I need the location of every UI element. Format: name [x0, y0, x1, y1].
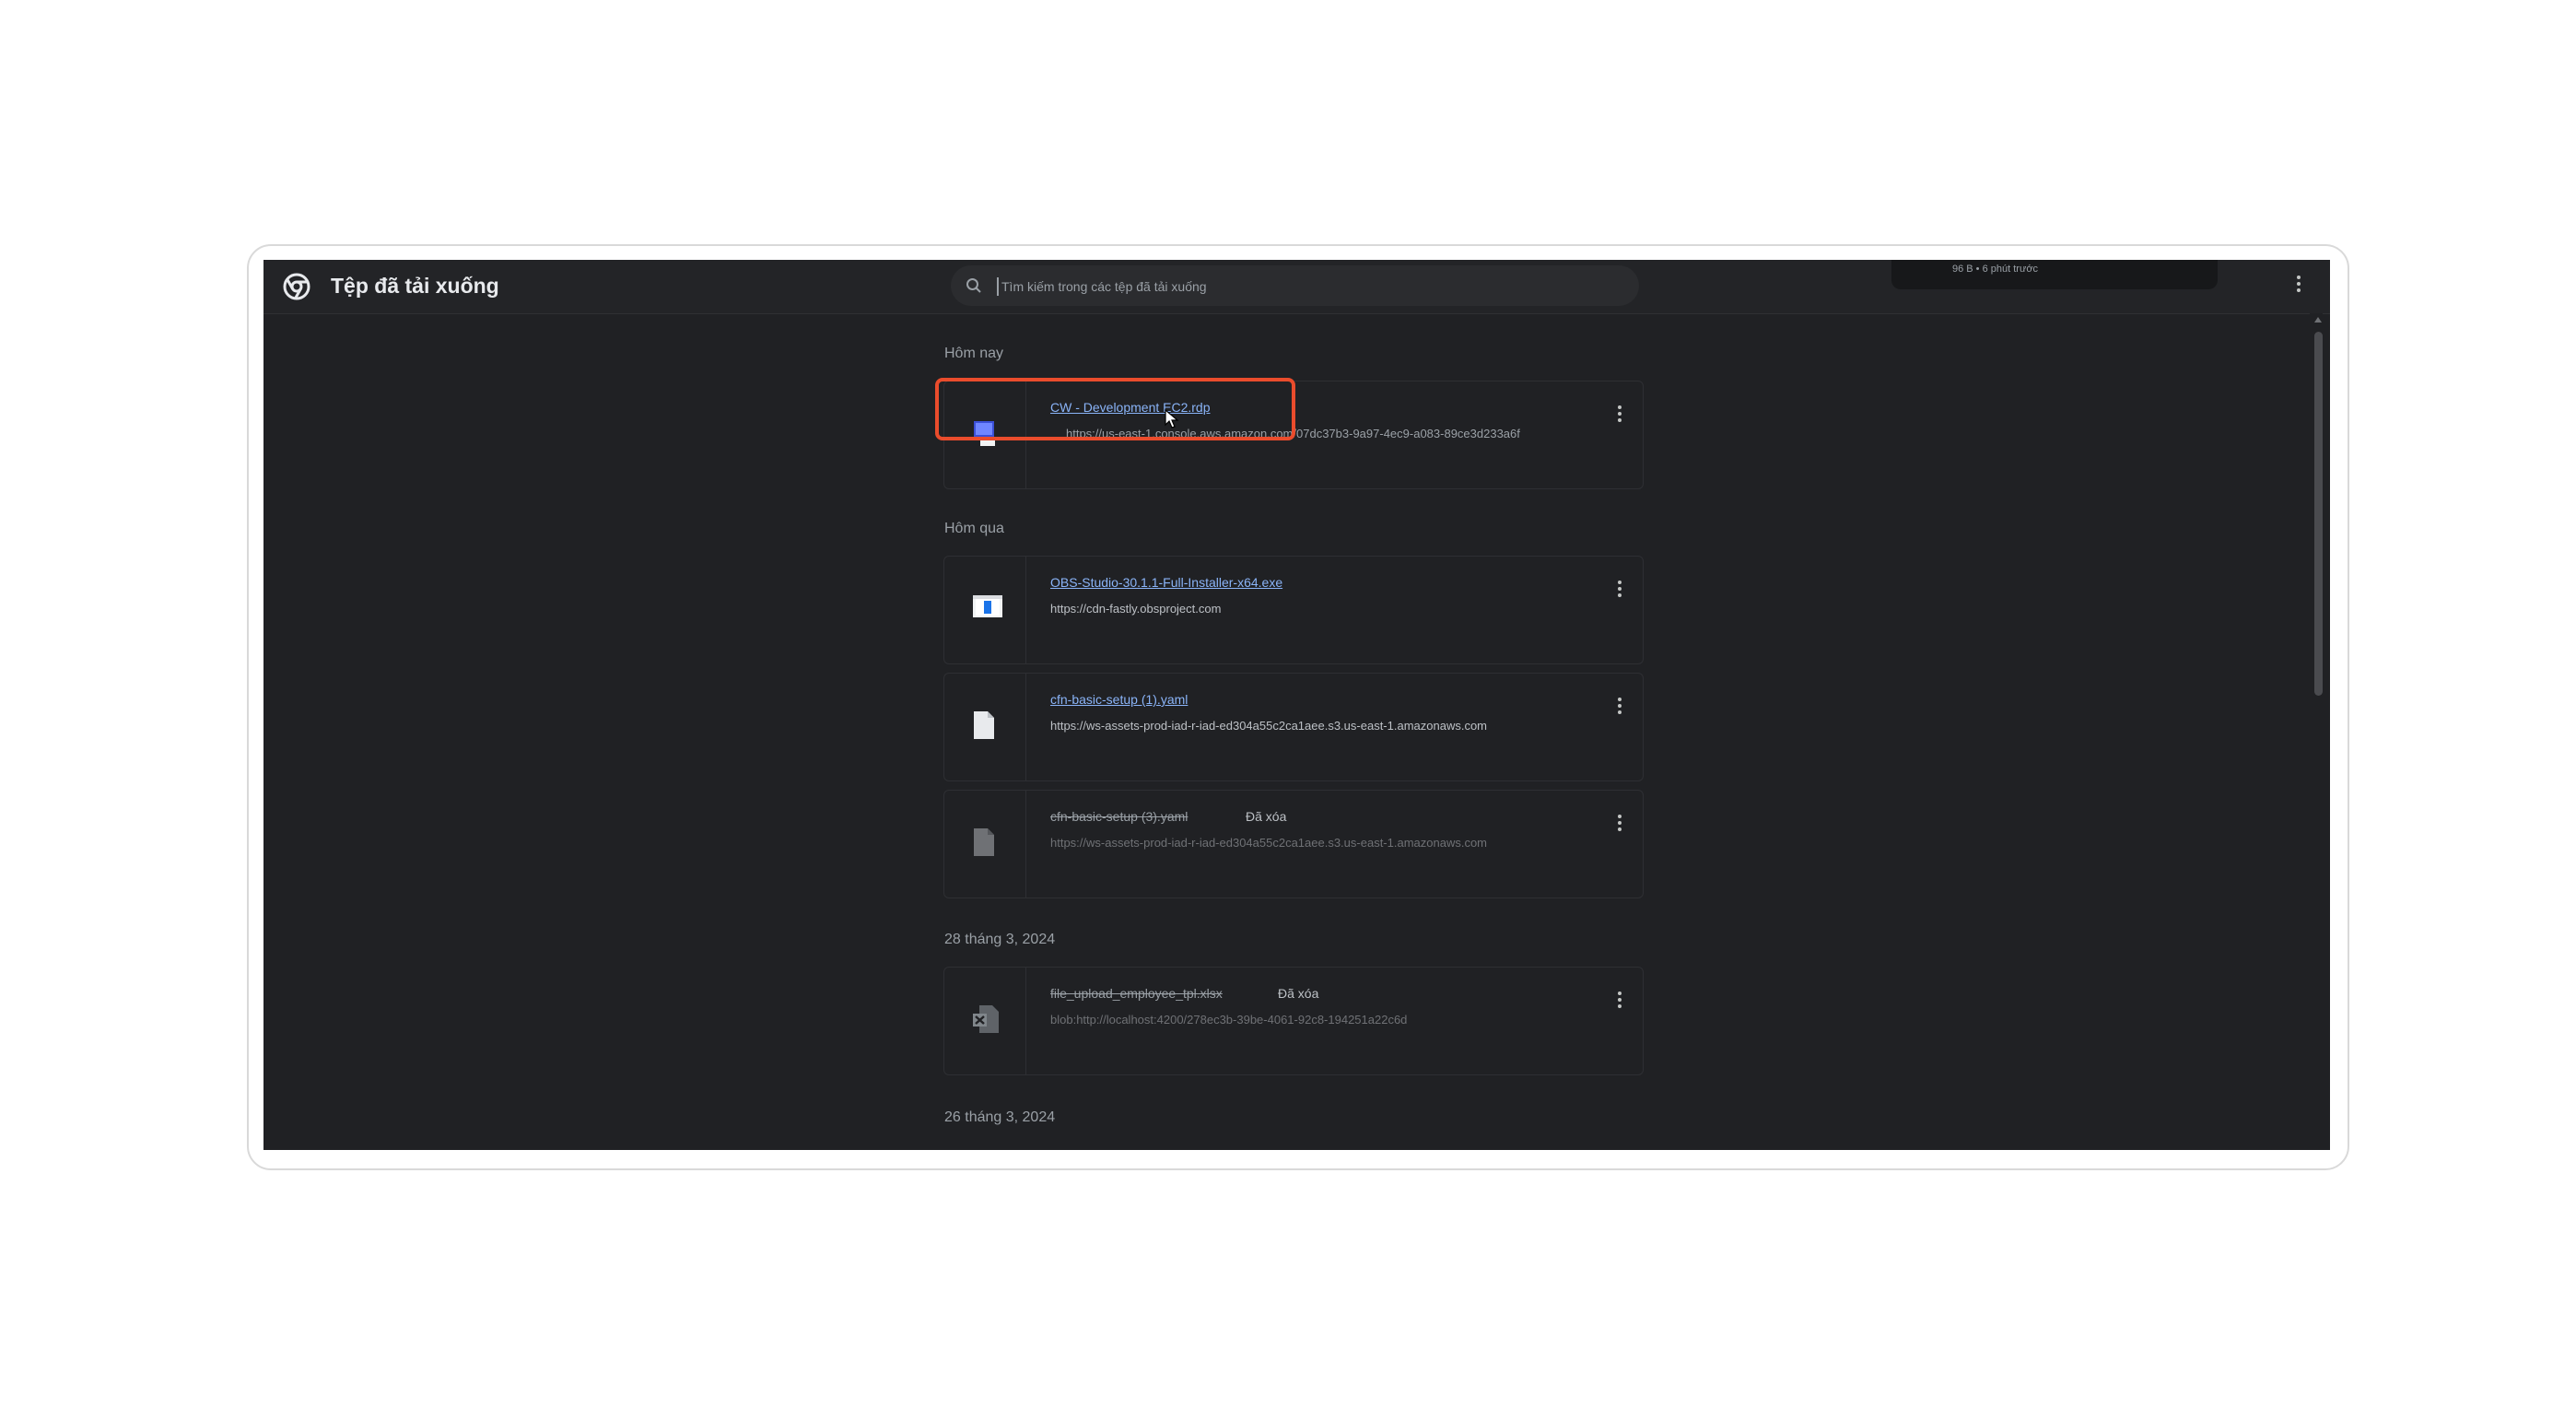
- file-link[interactable]: cfn-basic-setup (1).yaml: [1050, 692, 1188, 707]
- download-item[interactable]: cfn-basic-setup (1).yaml https://ws-asse…: [943, 673, 1644, 781]
- more-options-icon[interactable]: [1617, 991, 1622, 1012]
- highlight-box: [935, 378, 1295, 440]
- file-url[interactable]: https://ws-assets-prod-iad-r-iad-ed304a5…: [1050, 836, 1487, 850]
- file-icon-column: [944, 674, 1026, 780]
- file-url[interactable]: https://ws-assets-prod-iad-r-iad-ed304a5…: [1050, 719, 1487, 733]
- file-icon-column: [944, 557, 1026, 663]
- chrome-icon: [283, 273, 310, 300]
- download-item[interactable]: OBS-Studio-30.1.1-Full-Installer-x64.exe…: [943, 556, 1644, 664]
- document-icon: [974, 828, 994, 856]
- file-icon-column: [944, 968, 1026, 1074]
- section-label-date: 28 tháng 3, 2024: [944, 932, 1056, 947]
- scrollbar-thumb[interactable]: [2314, 332, 2323, 696]
- status-badge: Đã xóa: [1246, 809, 1287, 824]
- more-options-icon[interactable]: [1617, 405, 1622, 426]
- download-item[interactable]: file_upload_employee_tpl.xlsx Đã xóa blo…: [943, 967, 1644, 1075]
- excel-file-icon: [973, 1005, 999, 1033]
- toolbar: Tệp đã tải xuống 96 B • 6 phút trước: [263, 260, 2330, 314]
- installer-icon: [973, 595, 1002, 617]
- file-name: file_upload_employee_tpl.xlsx: [1050, 986, 1223, 1001]
- mouse-cursor-icon: [1165, 409, 1179, 428]
- search-icon: [966, 278, 981, 293]
- text-caret: [997, 277, 999, 296]
- file-link[interactable]: OBS-Studio-30.1.1-Full-Installer-x64.exe: [1050, 575, 1282, 590]
- section-label-today: Hôm nay: [944, 346, 1004, 361]
- status-badge: Đã xóa: [1278, 986, 1319, 1001]
- file-url[interactable]: blob:http://localhost:4200/278ec3b-39be-…: [1050, 1013, 1407, 1027]
- search-box[interactable]: [951, 265, 1639, 306]
- scroll-up-arrow[interactable]: [2314, 317, 2322, 323]
- document-icon: [974, 711, 994, 739]
- downloads-window: Tệp đã tải xuống 96 B • 6 phút trước Hôm…: [263, 260, 2330, 1150]
- download-bubble[interactable]: 96 B • 6 phút trước: [1891, 260, 2218, 289]
- more-options-icon[interactable]: [1617, 698, 1622, 718]
- file-url[interactable]: https://cdn-fastly.obsproject.com: [1050, 602, 1221, 616]
- page-title: Tệp đã tải xuống: [331, 274, 499, 298]
- file-name: cfn-basic-setup (3).yaml: [1050, 809, 1188, 824]
- more-options-icon[interactable]: [1617, 815, 1622, 835]
- more-options-icon[interactable]: [2296, 276, 2301, 296]
- download-bubble-text: 96 B • 6 phút trước: [1952, 264, 2039, 275]
- search-input[interactable]: [1000, 275, 1593, 299]
- download-item[interactable]: cfn-basic-setup (3).yaml Đã xóa https://…: [943, 790, 1644, 898]
- file-icon-column: [944, 791, 1026, 898]
- section-label-yesterday: Hôm qua: [944, 521, 1004, 536]
- more-options-icon[interactable]: [1617, 581, 1622, 601]
- section-label-date: 26 tháng 3, 2024: [944, 1109, 1056, 1125]
